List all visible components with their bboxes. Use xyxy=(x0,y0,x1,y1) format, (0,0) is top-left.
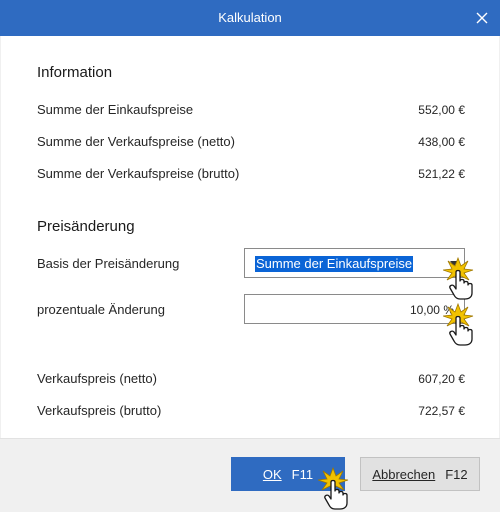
ok-button[interactable]: OK F11 xyxy=(231,457,345,491)
percent-value: 10,00 % xyxy=(409,303,454,317)
sales-gross-sum-value: 521,22 € xyxy=(418,167,465,181)
basis-dropdown[interactable]: Summe der Einkaufspreise xyxy=(244,248,465,278)
ok-button-shortcut: F11 xyxy=(291,466,314,482)
basis-selected-value: Summe der Einkaufspreise xyxy=(255,256,414,272)
result-gross-value: 722,57 € xyxy=(418,404,465,418)
sales-net-sum-label: Summe der Verkaufspreise (netto) xyxy=(37,134,235,149)
information-heading: Information xyxy=(37,64,113,81)
result-gross-label: Verkaufspreis (brutto) xyxy=(37,403,162,418)
cancel-button-shortcut: F12 xyxy=(445,466,468,482)
ok-button-label: OK xyxy=(262,466,282,482)
cancel-button[interactable]: Abbrechen F12 xyxy=(360,457,480,491)
cancel-button-label: Abbrechen xyxy=(372,466,436,482)
dialog-content: Information Summe der Einkaufspreise 552… xyxy=(1,36,499,438)
price-change-heading: Preisänderung xyxy=(37,218,135,235)
close-button[interactable] xyxy=(464,0,500,36)
title-bar: Kalkulation xyxy=(0,0,500,36)
sales-net-sum-value: 438,00 € xyxy=(418,135,465,149)
dialog-footer: OK F11 Abbrechen F12 xyxy=(0,438,500,512)
chevron-down-icon[interactable] xyxy=(450,261,458,266)
percent-label: prozentuale Änderung xyxy=(37,302,165,317)
percent-input[interactable]: 10,00 % xyxy=(244,294,465,324)
result-net-label: Verkaufspreis (netto) xyxy=(37,371,157,386)
basis-label: Basis der Preisänderung xyxy=(37,256,180,271)
close-icon xyxy=(476,12,488,24)
result-net-value: 607,20 € xyxy=(418,372,465,386)
purchase-sum-label: Summe der Einkaufspreise xyxy=(37,102,194,117)
purchase-sum-value: 552,00 € xyxy=(418,103,465,117)
window-title: Kalkulation xyxy=(218,10,282,25)
sales-gross-sum-label: Summe der Verkaufspreise (brutto) xyxy=(37,166,240,181)
